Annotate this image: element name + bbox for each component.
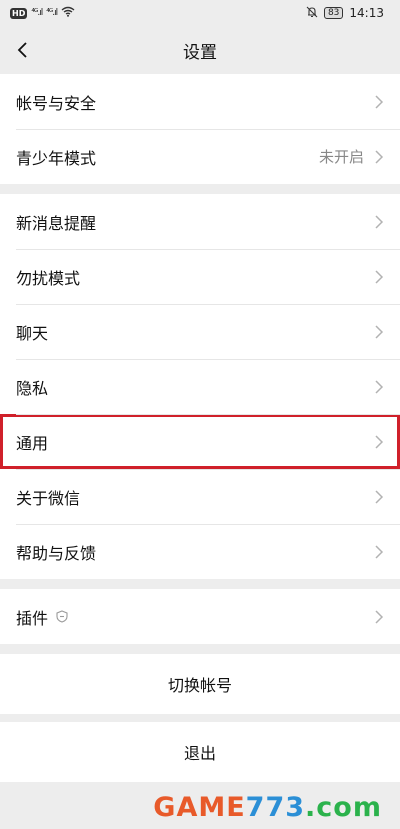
back-button[interactable] (12, 36, 36, 64)
section-divider (0, 579, 400, 589)
switch-account-label: 切换帐号 (167, 676, 232, 695)
mute-bell-icon (306, 6, 318, 21)
chevron-right-icon (374, 609, 384, 625)
section-divider (0, 644, 400, 654)
settings-item-about[interactable]: 关于微信 (0, 469, 400, 524)
signal-icon-2: ⁴ᴳ.ıl (46, 8, 58, 18)
page-title: 设置 (183, 42, 217, 63)
chevron-right-icon (374, 94, 384, 110)
chevron-right-icon (374, 214, 384, 230)
chevron-right-icon (374, 149, 384, 165)
item-label: 聊天 (16, 323, 49, 343)
battery-icon: 83 (323, 7, 344, 19)
status-right: 83 14:13 (306, 6, 384, 21)
item-label: 插件 (16, 608, 49, 628)
item-label: 通用 (16, 433, 49, 453)
settings-group-plugins: 插件 (0, 589, 400, 644)
status-bar: HD ⁴ᴳ.ıl ⁴ᴳ.ıl 83 14:13 (0, 0, 400, 26)
hd-badge: HD (10, 7, 28, 19)
switch-account-button[interactable]: 切换帐号 (0, 654, 400, 714)
item-label: 帐号与安全 (16, 93, 97, 113)
watermark-part: GAME (153, 792, 246, 823)
settings-item-privacy[interactable]: 隐私 (0, 359, 400, 414)
section-divider (0, 714, 400, 722)
nav-bar: 设置 (0, 26, 400, 74)
logout-button[interactable]: 退出 (0, 722, 400, 782)
settings-item-do-not-disturb[interactable]: 勿扰模式 (0, 249, 400, 304)
chevron-right-icon (374, 379, 384, 395)
item-label: 新消息提醒 (16, 213, 97, 233)
chevron-right-icon (374, 544, 384, 560)
status-time: 14:13 (349, 6, 384, 20)
watermark-part: 773 (245, 792, 306, 823)
settings-item-chat[interactable]: 聊天 (0, 304, 400, 359)
logout-label: 退出 (183, 744, 216, 763)
section-divider (0, 184, 400, 194)
settings-item-teen-mode[interactable]: 青少年模式 未开启 (0, 129, 400, 184)
item-label: 隐私 (16, 378, 49, 398)
shield-icon (56, 610, 68, 623)
settings-item-notifications[interactable]: 新消息提醒 (0, 194, 400, 249)
settings-group-main: 新消息提醒 勿扰模式 聊天 隐私 通用 关于微信 帮助与反馈 (0, 194, 400, 579)
teen-mode-status: 未开启 (318, 148, 364, 166)
item-label-wrap: 插件 (16, 605, 374, 629)
settings-item-account-security[interactable]: 帐号与安全 (0, 74, 400, 129)
signal-icon: ⁴ᴳ.ıl (31, 8, 43, 18)
chevron-right-icon (374, 434, 384, 450)
watermark-part: .com (305, 792, 382, 823)
settings-item-general[interactable]: 通用 (0, 414, 400, 469)
chevron-right-icon (374, 489, 384, 505)
chevron-left-icon (17, 42, 27, 58)
chevron-right-icon (374, 324, 384, 340)
watermark-logo: GAME773.com (153, 792, 382, 823)
item-label: 帮助与反馈 (16, 543, 97, 563)
status-left: HD ⁴ᴳ.ıl ⁴ᴳ.ıl (10, 6, 75, 20)
wifi-icon (61, 6, 75, 20)
item-label: 关于微信 (16, 488, 81, 508)
item-label: 勿扰模式 (16, 268, 81, 288)
settings-group-account: 帐号与安全 青少年模式 未开启 (0, 74, 400, 184)
settings-item-plugins[interactable]: 插件 (0, 589, 400, 644)
settings-item-help-feedback[interactable]: 帮助与反馈 (0, 524, 400, 579)
chevron-right-icon (374, 269, 384, 285)
item-label: 青少年模式 (16, 148, 97, 168)
